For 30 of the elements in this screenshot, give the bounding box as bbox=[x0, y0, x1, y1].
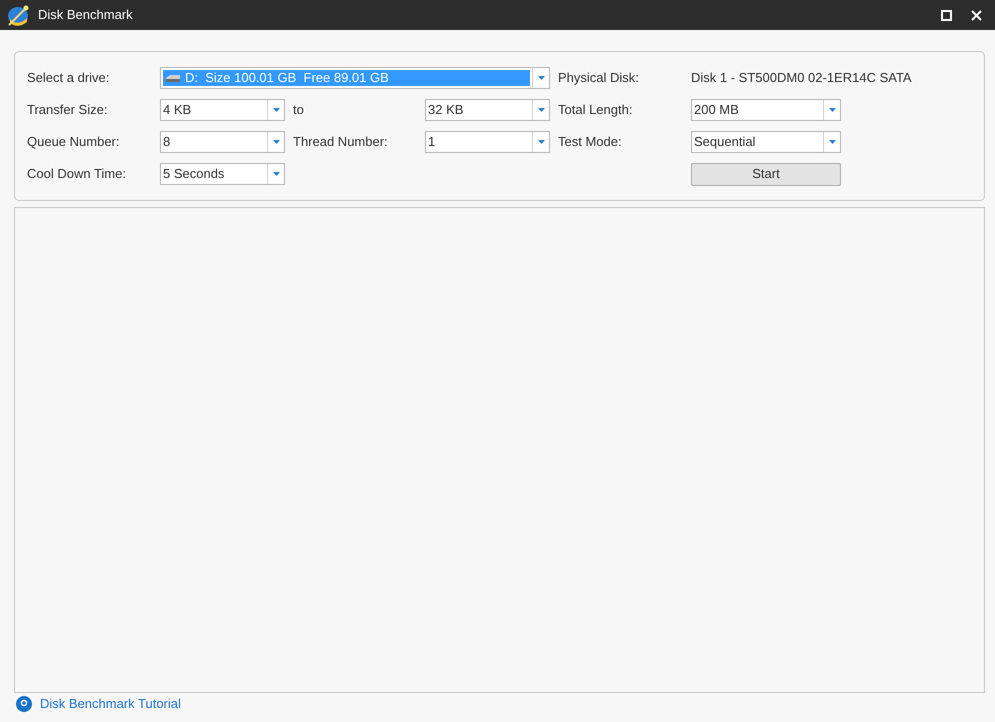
field-label: Test Mode: bbox=[558, 133, 622, 152]
field-label: to bbox=[293, 101, 304, 120]
field-label: Total Length: bbox=[558, 101, 632, 120]
tutorial-link[interactable]: Disk Benchmark Tutorial bbox=[40, 694, 181, 714]
dropdown[interactable]: 32 KB bbox=[425, 99, 550, 121]
dropdown[interactable]: 1 bbox=[425, 131, 550, 153]
field-label: Queue Number: bbox=[27, 133, 120, 152]
field-label: Cool Down Time: bbox=[27, 165, 126, 184]
field-label: Select a drive: bbox=[27, 69, 110, 88]
field-label: Transfer Size: bbox=[27, 101, 108, 120]
caret-icon bbox=[538, 108, 544, 112]
caret-icon bbox=[538, 76, 544, 80]
window-title: Disk Benchmark bbox=[38, 6, 133, 24]
dropdown[interactable]: 8 bbox=[160, 131, 285, 153]
dropdown[interactable]: 200 MB bbox=[691, 99, 841, 121]
drive-icon bbox=[165, 73, 181, 83]
start-button[interactable]: Start bbox=[691, 162, 841, 186]
dropdown[interactable]: 4 KB bbox=[160, 99, 285, 121]
physical-disk-value: Disk 1 - ST500DM0 02-1ER14C SATA bbox=[691, 69, 912, 88]
field-label: Thread Number: bbox=[293, 133, 388, 152]
dropdown[interactable]: Sequential bbox=[691, 131, 841, 153]
caret-icon bbox=[828, 108, 836, 112]
field-label: Physical Disk: bbox=[558, 69, 639, 88]
dropdown[interactable]: 5 Seconds bbox=[160, 163, 285, 185]
caret-icon bbox=[272, 172, 280, 176]
caret-icon bbox=[828, 140, 836, 144]
caret-icon bbox=[538, 140, 544, 144]
caret-icon bbox=[272, 140, 280, 144]
caret-icon bbox=[272, 108, 280, 112]
close-icon bbox=[970, 10, 982, 20]
